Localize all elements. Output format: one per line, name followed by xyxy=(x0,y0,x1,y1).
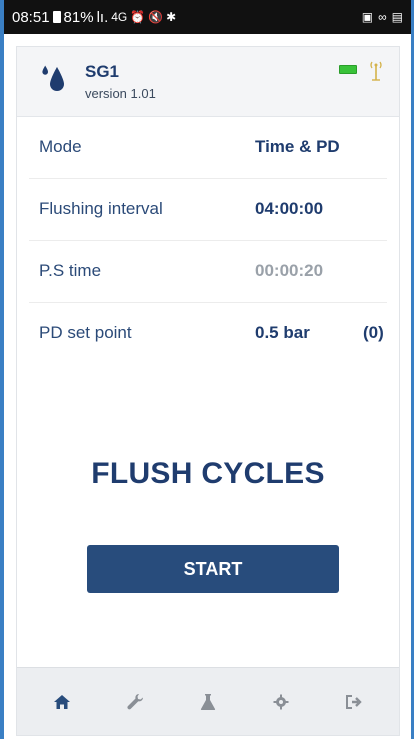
water-drop-icon xyxy=(42,65,64,91)
status-bar: 08:51 81% lı. 4G ⏰ 🔇 ✱ ▣ ∞ ▤ xyxy=(4,0,411,34)
status-battery-icon xyxy=(52,11,61,23)
setting-row-mode[interactable]: Mode Time & PD xyxy=(29,117,387,179)
wrench-icon xyxy=(127,693,143,709)
alarm-icon: ⏰ xyxy=(130,10,146,24)
battery-icon xyxy=(339,65,357,74)
setting-label: P.S time xyxy=(39,261,102,280)
tab-lab[interactable] xyxy=(188,682,228,722)
flask-icon xyxy=(200,693,216,710)
tab-home[interactable] xyxy=(42,682,82,722)
page-title: FLUSH CYCLES xyxy=(91,457,325,490)
tab-logout[interactable] xyxy=(334,682,374,722)
setting-label: PD set point xyxy=(39,323,132,342)
status-battery-percent: 81% xyxy=(63,8,94,26)
setting-value: 04:00:00 xyxy=(255,199,324,218)
gear-icon xyxy=(273,694,289,709)
bluetooth-icon: ✱ xyxy=(166,10,177,24)
setting-row-ps-time[interactable]: P.S time 00:00:20 xyxy=(29,241,387,303)
voicemail-icon: ∞ xyxy=(378,10,387,24)
device-header: SG1 version 1.01 xyxy=(17,47,399,117)
gallery-icon: ▣ xyxy=(361,10,374,24)
phone-screen: 08:51 81% lı. 4G ⏰ 🔇 ✱ ▣ ∞ ▤ SG1 version… xyxy=(4,0,411,739)
main-content: Mode Time & PD Flushing interval 04:00:0… xyxy=(17,117,399,667)
setting-value: Time & PD xyxy=(255,137,340,156)
tab-tools[interactable] xyxy=(115,682,155,722)
setting-row-flushing-interval[interactable]: Flushing interval 04:00:00 xyxy=(29,179,387,241)
home-icon xyxy=(53,694,70,709)
app-container: SG1 version 1.01 Mode Time & PD Flushing… xyxy=(16,46,400,736)
start-button[interactable]: START xyxy=(87,545,339,593)
notification-icon: ▤ xyxy=(391,10,403,24)
setting-label: Flushing interval xyxy=(39,199,163,218)
setting-row-pd-set-point[interactable]: PD set point 0.5 bar (0) xyxy=(29,303,387,365)
mute-icon: 🔇 xyxy=(148,10,164,24)
bottom-tab-bar xyxy=(17,667,399,735)
status-network: 4G xyxy=(111,10,128,24)
status-time: 08:51 xyxy=(12,8,50,26)
setting-value: 00:00:20 xyxy=(255,261,324,280)
setting-extra: (0) xyxy=(363,323,384,342)
setting-label: Mode xyxy=(39,137,82,156)
version-label: version 1.01 xyxy=(85,86,156,101)
antenna-icon xyxy=(370,61,382,81)
status-signal: lı. xyxy=(96,8,109,26)
device-name: SG1 xyxy=(85,62,120,81)
tab-settings[interactable] xyxy=(261,682,301,722)
logout-icon xyxy=(346,694,363,709)
setting-value: 0.5 bar xyxy=(255,323,310,342)
